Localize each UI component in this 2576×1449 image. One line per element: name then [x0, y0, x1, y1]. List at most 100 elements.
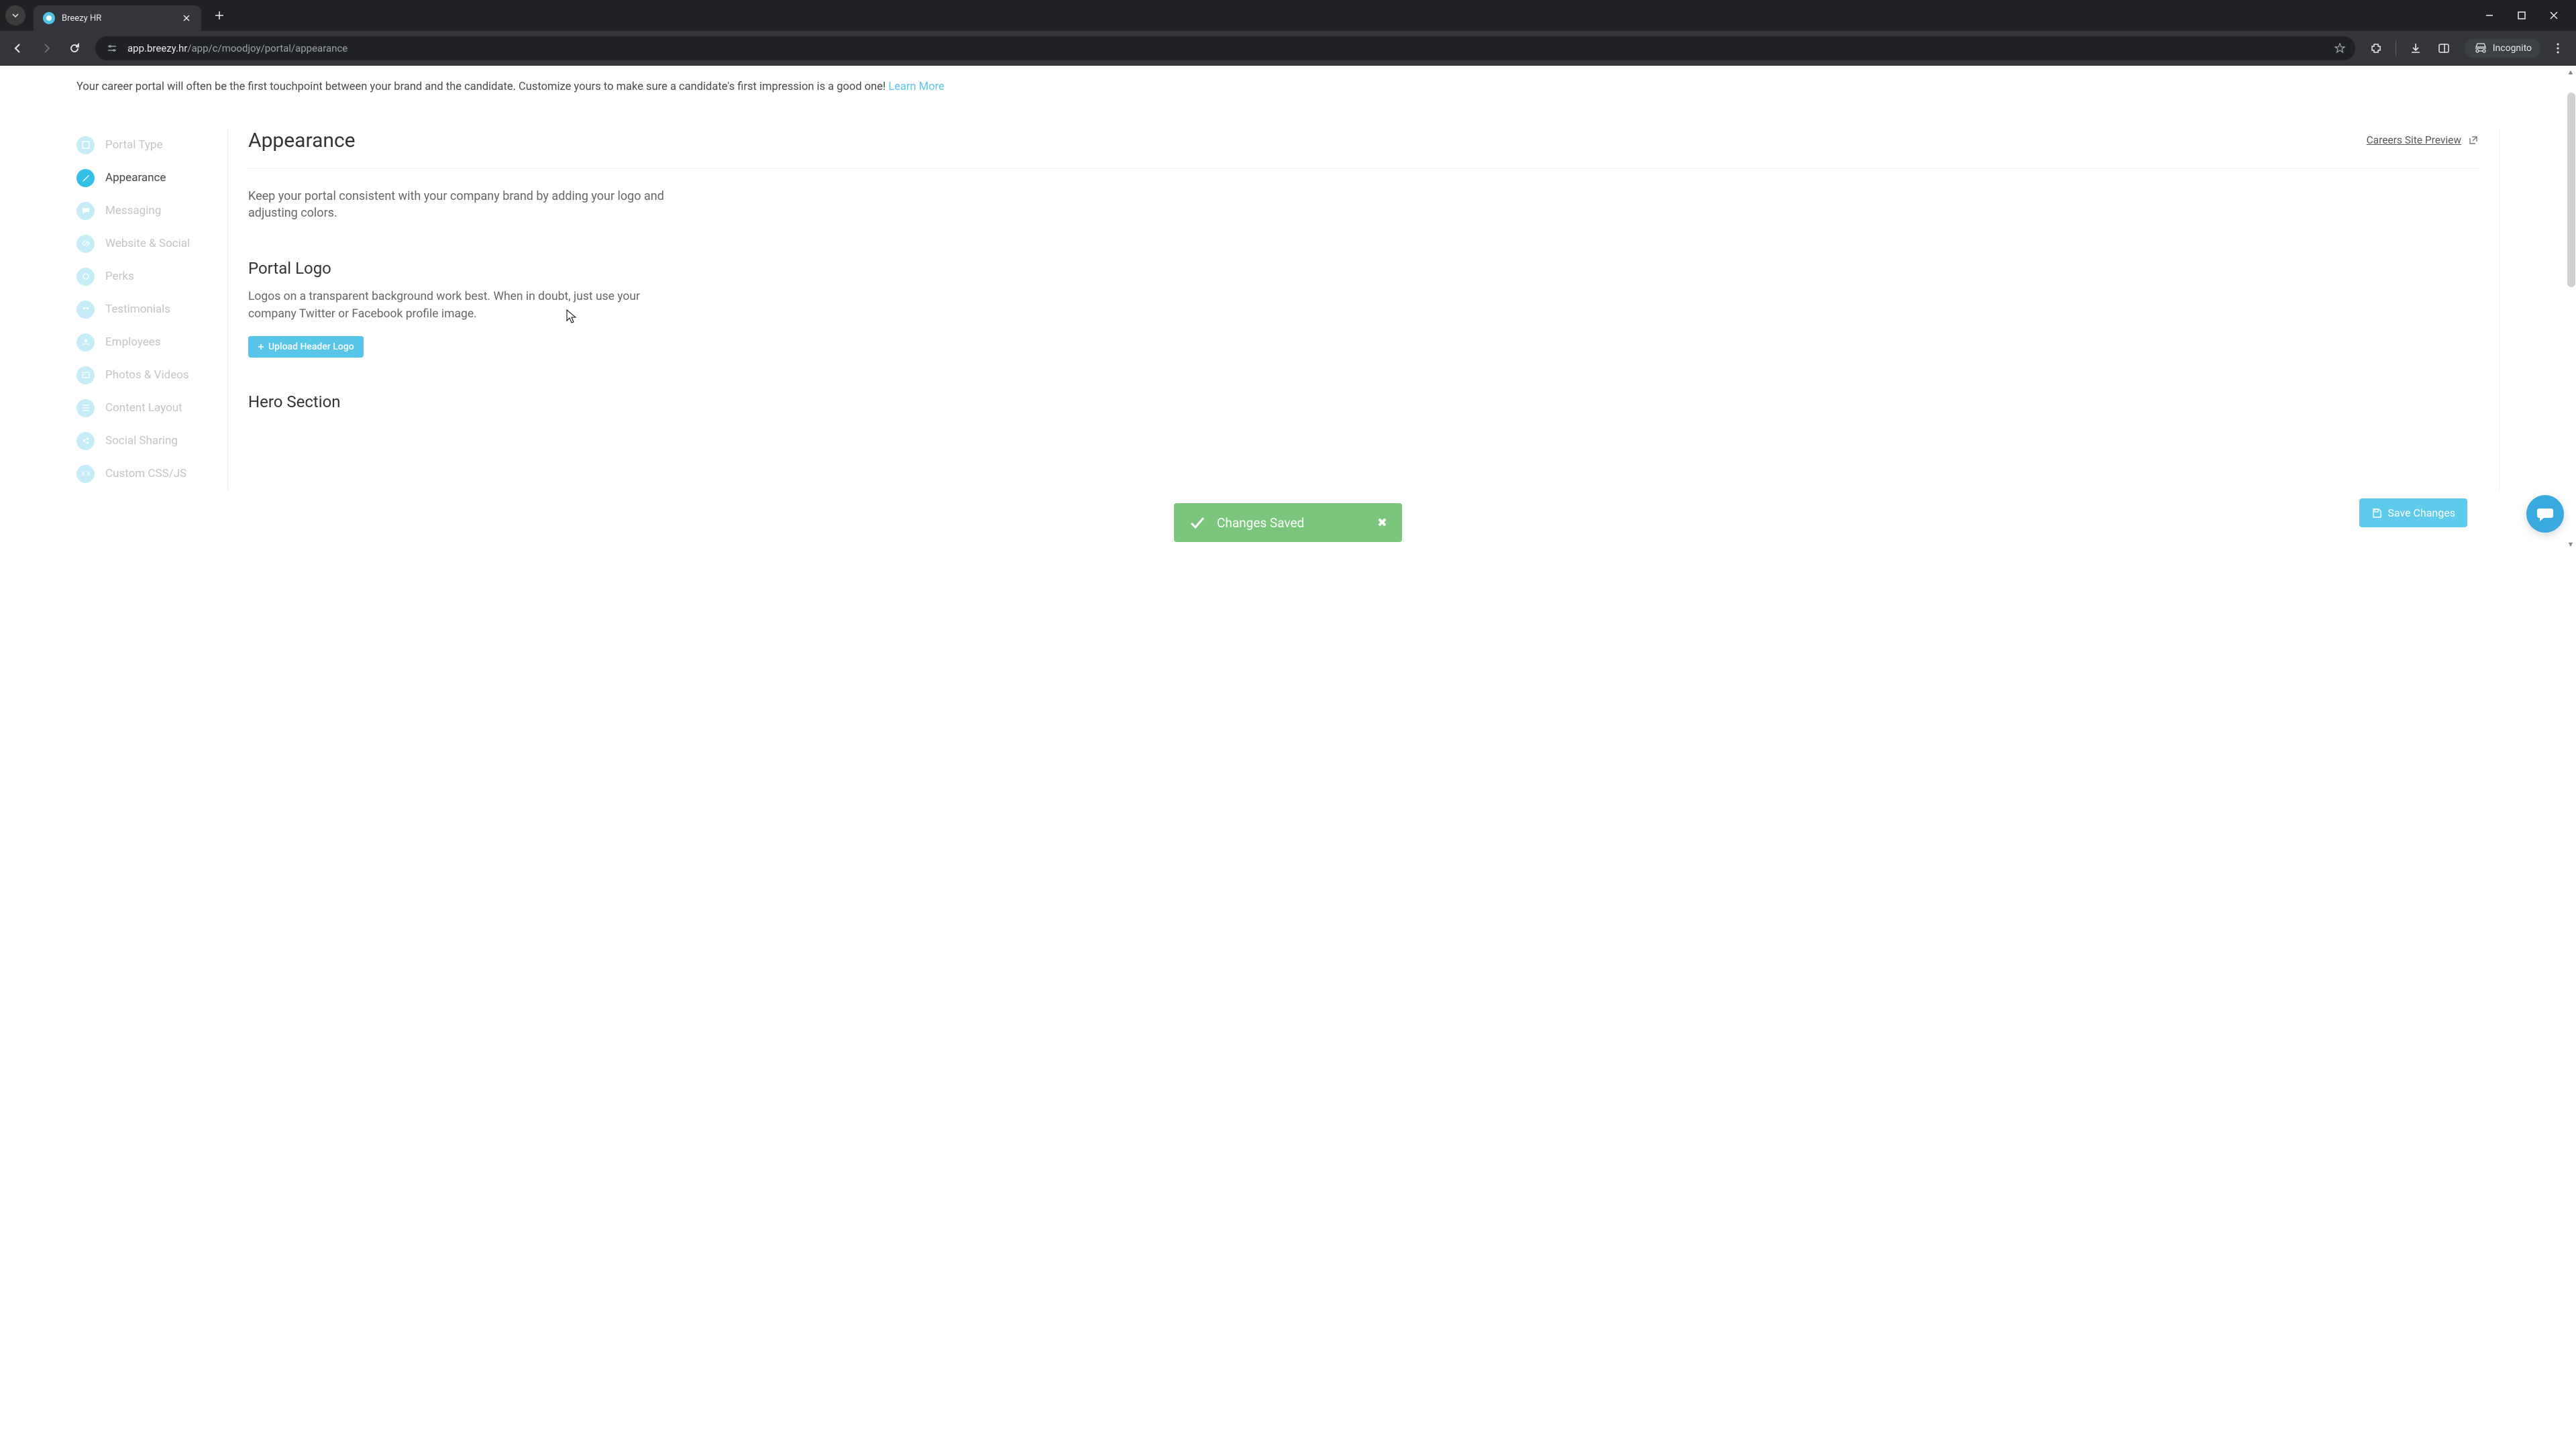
tab-title: Breezy HR	[62, 13, 174, 23]
page-viewport: ▲ ▼ Your career portal will often be the…	[0, 66, 2576, 550]
sidebar-item-portal-type[interactable]: Portal Type	[76, 129, 219, 162]
sidebar-item-perks[interactable]: Perks	[76, 260, 219, 293]
portal-type-icon	[76, 136, 95, 154]
favicon-icon	[43, 12, 55, 24]
layout-icon	[76, 399, 95, 417]
sidebar-item-appearance[interactable]: Appearance	[76, 162, 219, 195]
tab-strip: Breezy HR	[0, 0, 2576, 31]
browser-tab[interactable]: Breezy HR	[34, 5, 201, 31]
panel-icon	[2438, 42, 2450, 54]
portal-logo-description: Logos on a transparent background work b…	[248, 288, 691, 323]
minimize-button[interactable]	[2479, 5, 2500, 25]
page-title: Appearance	[248, 129, 356, 152]
window-controls	[2479, 5, 2576, 25]
sidebar-item-label: Messaging	[105, 204, 161, 217]
incognito-label: Incognito	[2493, 43, 2532, 54]
changes-saved-toast: Changes Saved ✖	[1174, 503, 1402, 542]
plus-icon	[258, 343, 264, 350]
perks-icon	[76, 268, 95, 286]
close-icon	[182, 14, 191, 22]
hero-section-heading: Hero Section	[248, 392, 2479, 411]
upload-button-label: Upload Header Logo	[268, 341, 354, 352]
learn-more-link[interactable]: Learn More	[888, 80, 944, 93]
sidebar-item-label: Perks	[105, 270, 134, 283]
sidebar-item-label: Social Sharing	[105, 434, 178, 447]
external-link-icon	[2468, 135, 2479, 146]
portal-logo-heading: Portal Logo	[248, 259, 2479, 278]
scrollbar-down-arrow[interactable]: ▼	[2567, 540, 2575, 548]
share-icon	[76, 432, 95, 450]
sidebar-item-label: Portal Type	[105, 138, 162, 152]
tune-icon	[107, 43, 117, 54]
image-icon	[76, 366, 95, 384]
code-icon	[76, 465, 95, 483]
extensions-button[interactable]	[2365, 37, 2387, 60]
main-header: Appearance Careers Site Preview	[248, 129, 2479, 169]
sidebar-item-content-layout[interactable]: Content Layout	[76, 392, 219, 425]
maximize-button[interactable]	[2512, 5, 2532, 25]
link-icon	[76, 235, 95, 253]
toast-message: Changes Saved	[1217, 515, 1304, 531]
reload-button[interactable]	[63, 37, 86, 60]
reload-icon	[68, 42, 80, 54]
url-text: app.breezy.hr/app/c/moodjoy/portal/appea…	[127, 42, 2326, 54]
check-icon	[1189, 514, 1206, 531]
puzzle-icon	[2370, 42, 2382, 54]
content-wrap: Portal Type Appearance Messaging Website…	[0, 102, 2576, 490]
back-button[interactable]	[7, 37, 30, 60]
downloads-button[interactable]	[2404, 37, 2427, 60]
chat-fab-button[interactable]	[2526, 495, 2564, 533]
messaging-icon	[76, 202, 95, 220]
sidebar-item-label: Custom CSS/JS	[105, 467, 186, 480]
forward-button[interactable]	[35, 37, 58, 60]
browser-menu-button[interactable]	[2546, 37, 2569, 60]
quote-icon	[76, 301, 95, 319]
download-icon	[2410, 42, 2422, 54]
scrollbar-up-arrow[interactable]: ▲	[2567, 68, 2575, 76]
sidebar-item-label: Testimonials	[105, 303, 170, 316]
chat-icon	[2536, 504, 2555, 523]
close-window-button[interactable]	[2544, 5, 2564, 25]
minimize-icon	[2485, 11, 2494, 20]
preview-link-label: Careers Site Preview	[2367, 134, 2461, 146]
tab-close-button[interactable]	[181, 13, 192, 23]
sidebar-item-social-sharing[interactable]: Social Sharing	[76, 425, 219, 458]
arrow-left-icon	[12, 42, 24, 54]
browser-toolbar: app.breezy.hr/app/c/moodjoy/portal/appea…	[0, 31, 2576, 66]
intro-body: Your career portal will often be the fir…	[76, 80, 888, 93]
sidebar-item-custom-css-js[interactable]: Custom CSS/JS	[76, 458, 219, 490]
sidebar-item-messaging[interactable]: Messaging	[76, 195, 219, 227]
site-info-button[interactable]	[105, 41, 119, 56]
browser-chrome: Breezy HR app.breezy.hr/app/c/moodjoy/po…	[0, 0, 2576, 66]
sidebar-item-label: Website & Social	[105, 237, 190, 250]
incognito-badge[interactable]: Incognito	[2465, 39, 2541, 58]
scrollbar-thumb[interactable]	[2567, 93, 2575, 287]
mouse-cursor-icon	[566, 309, 577, 324]
sidebar-item-testimonials[interactable]: Testimonials	[76, 293, 219, 326]
appearance-icon	[76, 169, 95, 187]
side-panel-button[interactable]	[2432, 37, 2455, 60]
incognito-icon	[2474, 43, 2487, 54]
close-icon	[2549, 11, 2559, 20]
careers-preview-link[interactable]: Careers Site Preview	[2367, 134, 2479, 146]
sidebar-item-label: Appearance	[105, 171, 166, 184]
plus-icon	[215, 11, 224, 20]
address-bar[interactable]: app.breezy.hr/app/c/moodjoy/portal/appea…	[95, 36, 2355, 60]
sidebar-item-label: Photos & Videos	[105, 368, 189, 382]
save-icon	[2371, 508, 2382, 519]
settings-sidebar: Portal Type Appearance Messaging Website…	[76, 129, 228, 490]
save-changes-button[interactable]: Save Changes	[2359, 498, 2467, 527]
arrow-right-icon	[40, 42, 52, 54]
sidebar-item-label: Content Layout	[105, 401, 182, 415]
new-tab-button[interactable]	[209, 5, 229, 25]
tab-search-dropdown[interactable]	[5, 5, 25, 25]
sidebar-item-photos-videos[interactable]: Photos & Videos	[76, 359, 219, 392]
sidebar-item-label: Employees	[105, 335, 161, 349]
bookmark-button[interactable]	[2334, 42, 2346, 54]
upload-header-logo-button[interactable]: Upload Header Logo	[248, 336, 364, 358]
appearance-description: Keep your portal consistent with your co…	[248, 188, 704, 221]
sidebar-item-employees[interactable]: Employees	[76, 326, 219, 359]
chevron-down-icon	[11, 11, 19, 19]
toast-close-button[interactable]: ✖	[1377, 516, 1387, 530]
sidebar-item-website-social[interactable]: Website & Social	[76, 227, 219, 260]
